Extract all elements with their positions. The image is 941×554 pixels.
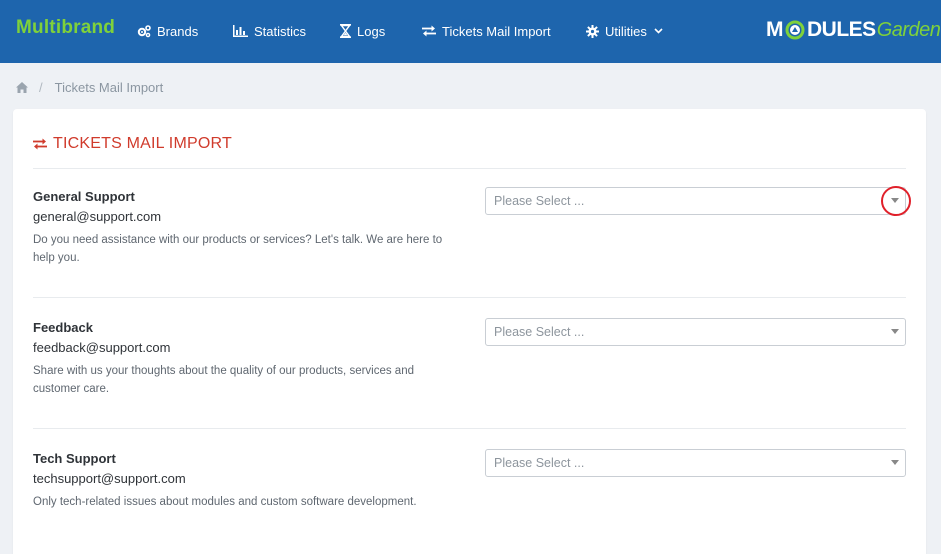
exchange-icon xyxy=(422,25,436,37)
modulesgarden-logo: M DULES Garden xyxy=(766,15,941,45)
logo-text-garden: Garden xyxy=(876,18,941,41)
logo-letter-m: M xyxy=(766,18,784,41)
breadcrumb: / Tickets Mail Import xyxy=(16,79,163,95)
select-placeholder: Please Select ... xyxy=(494,194,585,208)
caret-down-icon[interactable] xyxy=(891,329,899,334)
logo-text-dules: DULES xyxy=(807,18,876,41)
highlight-circle-annotation xyxy=(881,186,911,216)
panel-title: TICKETS MAIL IMPORT xyxy=(33,134,232,154)
department-description: Share with us your thoughts about the qu… xyxy=(33,365,414,395)
department-mailbox-select[interactable]: Please Select ... xyxy=(485,318,906,346)
nav-utilities-dropdown[interactable]: Utilities xyxy=(586,22,663,40)
top-navbar: Multibrand Brands Statistics Logs Ticket… xyxy=(0,0,941,63)
department-email: techsupport@support.com xyxy=(33,471,186,486)
divider xyxy=(33,428,906,429)
department-email: feedback@support.com xyxy=(33,340,171,355)
department-name: Feedback xyxy=(33,320,93,335)
select-placeholder: Please Select ... xyxy=(494,325,585,339)
nav-statistics[interactable]: Statistics xyxy=(233,22,306,40)
select-placeholder: Please Select ... xyxy=(494,456,585,470)
nav-utilities-label: Utilities xyxy=(605,23,647,39)
app-brand[interactable]: Multibrand xyxy=(16,17,115,39)
nav-brands[interactable]: Brands xyxy=(137,22,198,40)
bar-chart-icon xyxy=(233,25,248,37)
department-mailbox-select[interactable]: Please Select ... xyxy=(485,187,906,215)
panel-title-text: TICKETS MAIL IMPORT xyxy=(53,135,232,152)
hourglass-icon xyxy=(340,24,351,38)
department-description: Do you need assistance with our products… xyxy=(33,234,443,264)
breadcrumb-separator: / xyxy=(39,79,43,95)
department-name: Tech Support xyxy=(33,451,116,466)
divider xyxy=(33,297,906,298)
chevron-down-icon xyxy=(654,28,663,34)
tickets-mail-import-panel: TICKETS MAIL IMPORT General Support gene… xyxy=(13,109,926,554)
nav-logs[interactable]: Logs xyxy=(340,22,385,40)
nav-tickets-mail-import[interactable]: Tickets Mail Import xyxy=(422,22,551,40)
logo-gear-icon xyxy=(785,20,805,40)
nav-logs-label: Logs xyxy=(357,23,386,39)
nav-statistics-label: Statistics xyxy=(254,23,307,39)
divider xyxy=(33,168,906,169)
exchange-icon xyxy=(33,138,47,150)
caret-down-icon[interactable] xyxy=(891,460,899,465)
department-mailbox-select[interactable]: Please Select ... xyxy=(485,449,906,477)
department-email: general@support.com xyxy=(33,209,162,224)
breadcrumb-current: Tickets Mail Import xyxy=(54,79,164,95)
cogs-icon xyxy=(137,24,151,37)
nav-brands-label: Brands xyxy=(157,23,199,39)
nav-tickets-mail-import-label: Tickets Mail Import xyxy=(442,23,551,39)
gear-icon xyxy=(586,24,599,38)
home-icon[interactable] xyxy=(16,81,28,93)
department-name: General Support xyxy=(33,189,135,204)
department-description: Only tech-related issues about modules a… xyxy=(33,496,417,508)
